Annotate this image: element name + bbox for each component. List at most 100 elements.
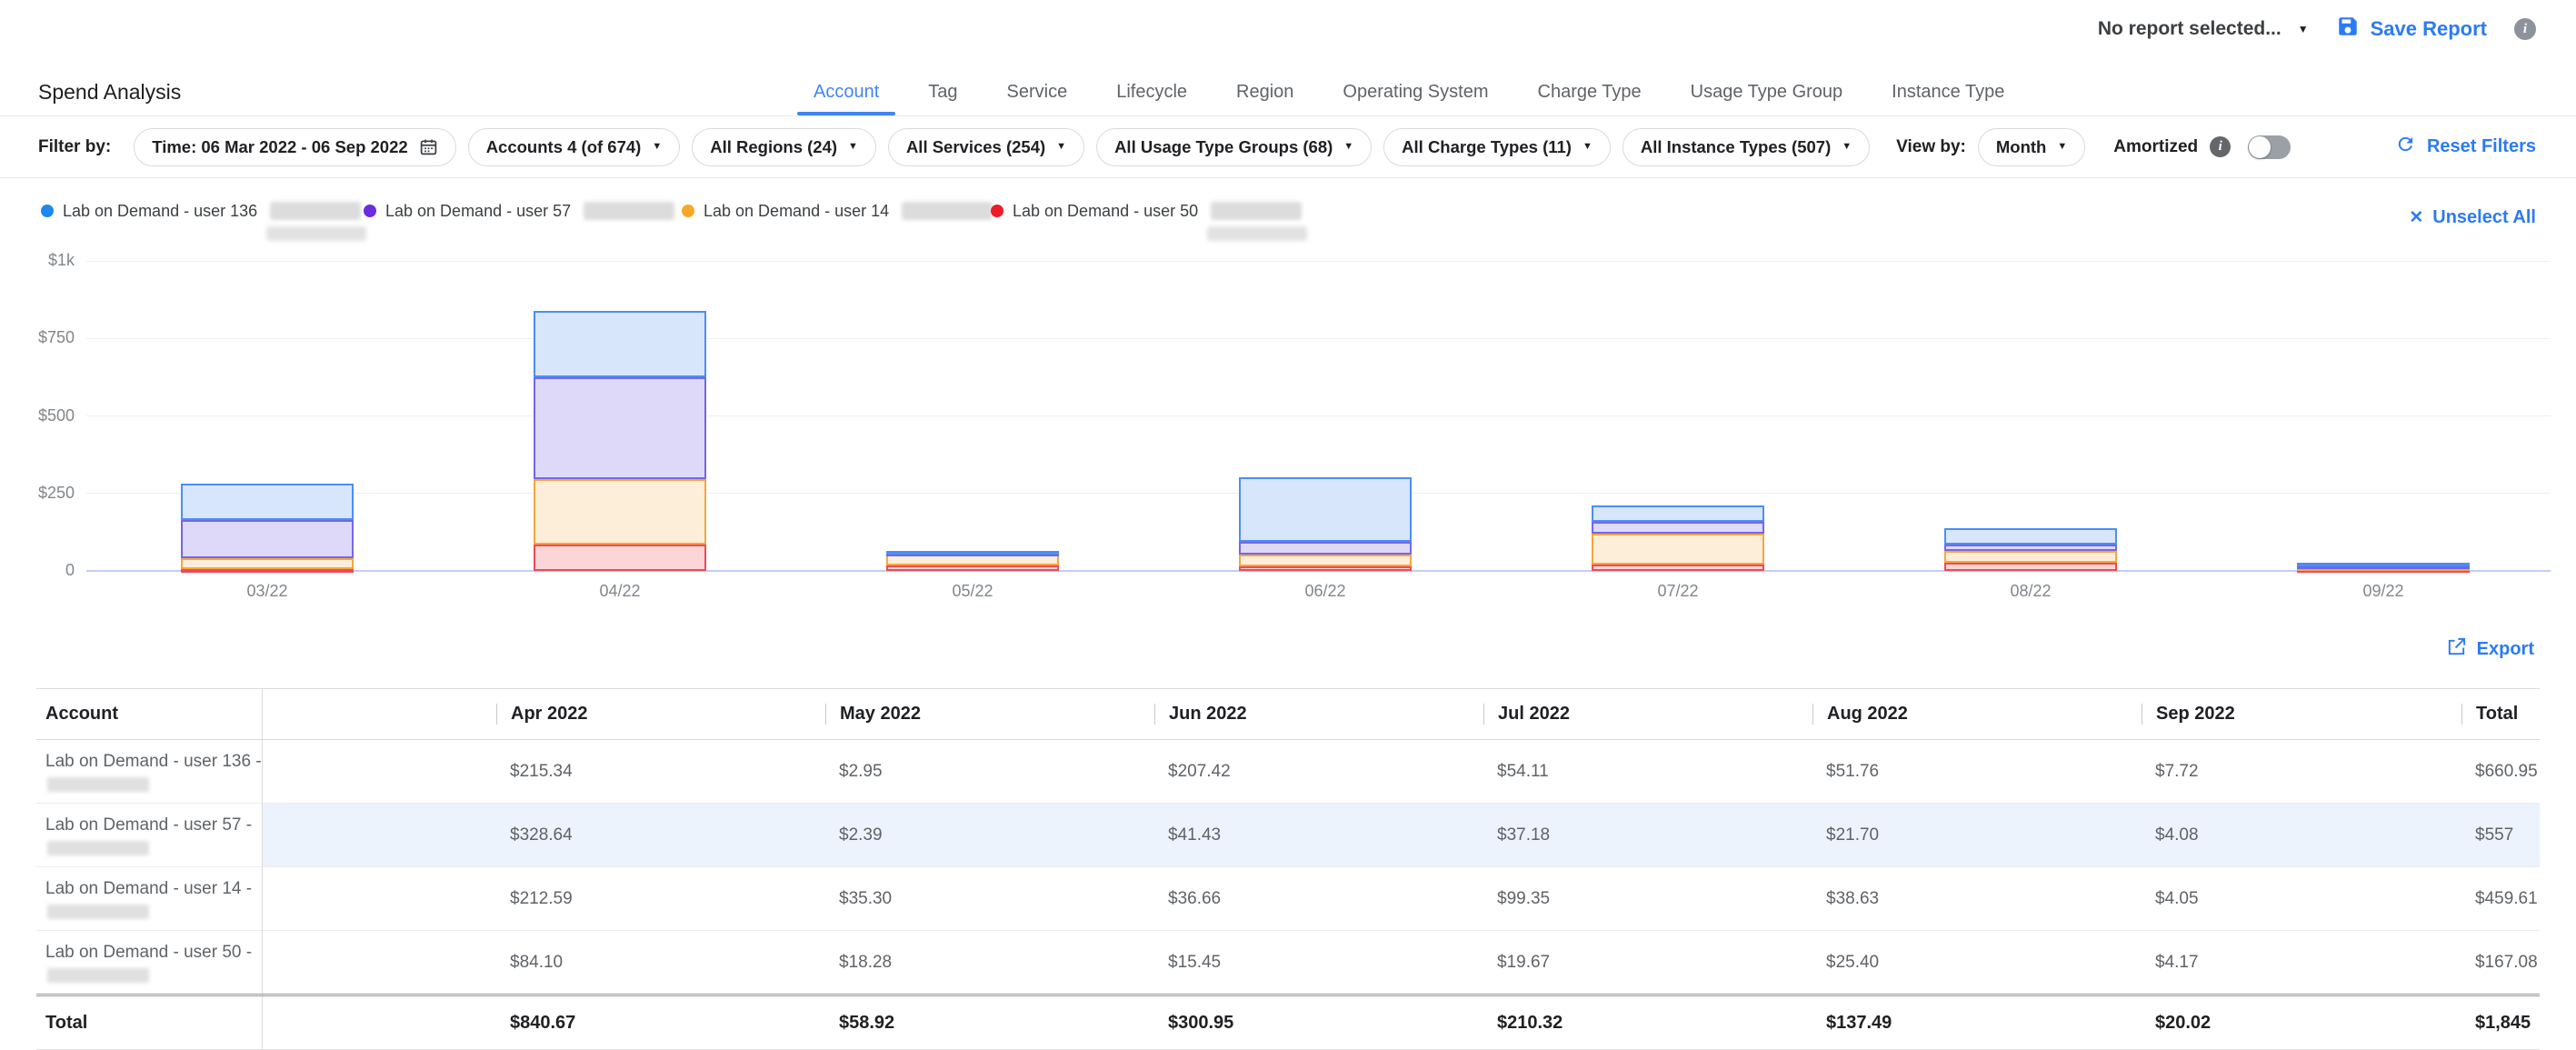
- legend-dot-icon: [682, 205, 694, 217]
- unselect-all-button[interactable]: ✕ Unselect All: [2409, 207, 2536, 228]
- bar-08-22-lab-on-demand-user-57[interactable]: [1944, 545, 2117, 551]
- spacer-cell: [262, 804, 495, 867]
- column-header-jun-2022: Jun 2022: [1153, 689, 1483, 740]
- tab-bar: AccountTagServiceLifecycleRegionOperatin…: [789, 70, 2029, 115]
- refresh-icon: [2395, 134, 2416, 160]
- column-tick: Total: [2461, 704, 2518, 725]
- bar-04-22-lab-on-demand-user-14[interactable]: [534, 479, 706, 545]
- tab-lifecycle[interactable]: Lifecycle: [1092, 70, 1212, 115]
- filter-pill-all-services[interactable]: All Services (254)▼: [888, 128, 1084, 166]
- unselect-all-label: Unselect All: [2432, 207, 2536, 228]
- filter-pill-all-usage-type-groups[interactable]: All Usage Type Groups (68)▼: [1096, 128, 1372, 166]
- gridline-500: [86, 415, 2551, 416]
- column-header-apr-2022: Apr 2022: [495, 689, 824, 740]
- legend-label: Lab on Demand - user 136: [63, 202, 257, 221]
- bar-07-22-lab-on-demand-user-14[interactable]: [1592, 534, 1764, 565]
- filter-pill-accounts-4[interactable]: Accounts 4 (of 674)▼: [468, 128, 681, 166]
- account-cell: Lab on Demand - user 136 -: [36, 740, 262, 804]
- legend-label: Lab on Demand - user 14: [704, 202, 889, 221]
- pill-label: Accounts 4 (of 674): [486, 137, 642, 157]
- filter-pill-all-regions[interactable]: All Regions (24)▼: [692, 128, 876, 166]
- table-row: Lab on Demand - user 50 -$84.10$18.28$15…: [36, 931, 2540, 995]
- filter-pill-time-06-mar-2022-06-sep-2022[interactable]: Time: 06 Mar 2022 - 06 Sep 2022: [134, 128, 455, 166]
- tab-usage-type-group[interactable]: Usage Type Group: [1666, 70, 1868, 115]
- amortized-toggle[interactable]: [2248, 135, 2291, 159]
- bar-06-22-lab-on-demand-user-50[interactable]: [1239, 566, 1412, 571]
- redacted-text: [1211, 202, 1302, 220]
- bar-03-22-lab-on-demand-user-14[interactable]: [181, 558, 354, 569]
- value-cell: $7.72: [2141, 740, 2461, 804]
- view-by-dropdown[interactable]: Month ▼: [1978, 128, 2085, 166]
- caret-down-icon: ▼: [1842, 142, 1852, 152]
- reset-filters-button[interactable]: Reset Filters: [2395, 134, 2536, 160]
- amortized-info-icon[interactable]: i: [2210, 136, 2231, 157]
- legend-item-lab-on-demand-user-136[interactable]: Lab on Demand - user 136: [41, 202, 361, 221]
- bar-07-22-lab-on-demand-user-136[interactable]: [1592, 505, 1764, 522]
- filter-pill-all-charge-types[interactable]: All Charge Types (11)▼: [1383, 128, 1611, 166]
- account-name: Lab on Demand - user 14 -: [45, 878, 261, 899]
- tab-operating-system[interactable]: Operating System: [1318, 70, 1513, 115]
- topbar-right: No report selected... ▼ Save Report i: [2098, 15, 2536, 44]
- legend-item-lab-on-demand-user-14[interactable]: Lab on Demand - user 14: [682, 202, 993, 221]
- value-cell: $4.05: [2141, 867, 2461, 931]
- account-name: Lab on Demand - user 57 -: [45, 815, 261, 835]
- bar-04-22-lab-on-demand-user-57[interactable]: [534, 377, 706, 479]
- tab-account[interactable]: Account: [789, 70, 904, 115]
- caret-down-icon: ▼: [1583, 142, 1593, 152]
- column-header-sep-2022: Sep 2022: [2141, 689, 2461, 740]
- value-cell: $328.64: [495, 804, 824, 867]
- info-icon[interactable]: i: [2514, 18, 2536, 40]
- bar-03-22-lab-on-demand-user-136[interactable]: [181, 484, 354, 520]
- redacted-box: [1207, 226, 1307, 241]
- bar-08-22-lab-on-demand-user-50[interactable]: [1944, 563, 2117, 571]
- bar-05-22-lab-on-demand-user-50[interactable]: [886, 565, 1059, 571]
- bar-06-22-lab-on-demand-user-57[interactable]: [1239, 542, 1412, 555]
- value-cell: $459.61: [2461, 867, 2540, 931]
- bar-03-22-lab-on-demand-user-50[interactable]: [181, 569, 354, 573]
- toggle-knob: [2249, 136, 2271, 158]
- report-selector-dropdown[interactable]: No report selected... ▼: [2098, 18, 2309, 40]
- legend-item-lab-on-demand-user-50[interactable]: Lab on Demand - user 50: [991, 202, 1302, 221]
- spacer-cell: [262, 931, 495, 995]
- legend-label: Lab on Demand - user 50: [1013, 202, 1198, 221]
- tab-region[interactable]: Region: [1212, 70, 1318, 115]
- value-cell: $2.95: [824, 740, 1153, 804]
- bar-09-22-lab-on-demand-user-136[interactable]: [2297, 563, 2470, 566]
- x-axis-tick: 08/22: [1944, 582, 2117, 601]
- bar-07-22-lab-on-demand-user-57[interactable]: [1592, 522, 1764, 534]
- gridline-1k: [86, 261, 2551, 262]
- column-header-total: Total: [2461, 689, 2540, 740]
- bar-05-22-lab-on-demand-user-136[interactable]: [886, 551, 1059, 555]
- account-cell: Lab on Demand - user 57 -: [36, 804, 262, 867]
- bar-04-22-lab-on-demand-user-136[interactable]: [534, 311, 706, 377]
- bar-08-22-lab-on-demand-user-14[interactable]: [1944, 551, 2117, 563]
- legend-item-lab-on-demand-user-57[interactable]: Lab on Demand - user 57: [364, 202, 674, 221]
- bar-04-22-lab-on-demand-user-50[interactable]: [534, 545, 706, 571]
- account-cell: Lab on Demand - user 50 -: [36, 931, 262, 995]
- tab-tag[interactable]: Tag: [904, 70, 982, 115]
- value-cell: $25.40: [1812, 931, 2141, 995]
- export-button[interactable]: Export: [2446, 636, 2534, 663]
- spacer-cell: [262, 995, 495, 1050]
- bar-03-22-lab-on-demand-user-57[interactable]: [181, 520, 354, 558]
- bar-06-22-lab-on-demand-user-136[interactable]: [1239, 477, 1412, 542]
- y-axis-tick: $1k: [18, 251, 75, 270]
- value-cell: $215.34: [495, 740, 824, 804]
- legend-label: Lab on Demand - user 57: [385, 202, 571, 221]
- tab-instance-type[interactable]: Instance Type: [1867, 70, 2029, 115]
- x-axis-tick: 06/22: [1239, 582, 1412, 601]
- save-report-button[interactable]: Save Report: [2336, 15, 2487, 44]
- table-row: Lab on Demand - user 57 -$328.64$2.39$41…: [36, 804, 2540, 867]
- save-icon: [2336, 15, 2360, 44]
- value-cell: $19.67: [1483, 931, 1812, 995]
- filter-pill-all-instance-types[interactable]: All Instance Types (507)▼: [1622, 128, 1870, 166]
- bar-06-22-lab-on-demand-user-14[interactable]: [1239, 555, 1412, 566]
- tab-charge-type[interactable]: Charge Type: [1513, 70, 1666, 115]
- account-cell: Lab on Demand - user 14 -: [36, 867, 262, 931]
- tab-service[interactable]: Service: [983, 70, 1093, 115]
- redacted-box: [584, 202, 674, 220]
- bar-07-22-lab-on-demand-user-50[interactable]: [1592, 565, 1764, 571]
- redacted-box: [47, 841, 149, 855]
- bar-08-22-lab-on-demand-user-136[interactable]: [1944, 528, 2117, 545]
- spend-chart: $1k$750$500$250003/2204/2205/2206/2207/2…: [0, 245, 2576, 618]
